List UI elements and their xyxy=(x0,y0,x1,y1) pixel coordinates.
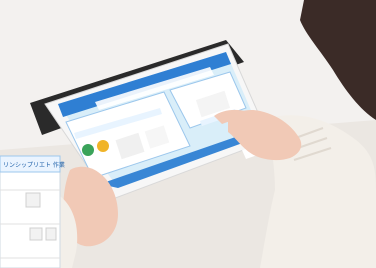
photo-scene: → リンシップリエト 作業 xyxy=(0,0,376,268)
green-dot-icon xyxy=(82,144,94,156)
inset-icon-2 xyxy=(29,227,43,241)
yellow-dot-icon xyxy=(97,140,109,152)
inset-header-text: リンシップリエト 作業 xyxy=(3,161,65,169)
inset-sheet: リンシップリエト 作業 xyxy=(0,155,65,268)
inset-icon-1 xyxy=(25,192,41,208)
inset-icon-3 xyxy=(45,227,57,241)
scene-svg: → リンシップリエト 作業 xyxy=(0,0,376,268)
